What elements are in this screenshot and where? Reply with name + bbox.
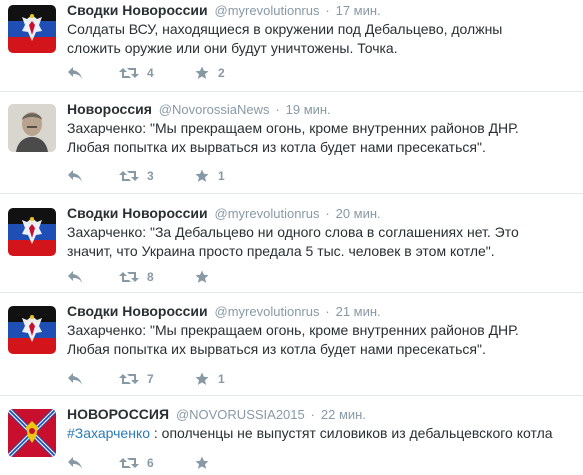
tweet-text: Захарченко: "Мы прекращаем огонь, кроме … [67,120,519,155]
tweet-actions: 7 1 [67,369,255,389]
tweet-timestamp[interactable]: 21 мин. [336,304,381,319]
tweet-text: #Захарченко : ополченцы не выпустят сило… [67,424,575,443]
star-icon [195,372,209,385]
favorite-button[interactable]: 1 [195,372,255,386]
separator-dot: · [325,3,330,18]
reply-button[interactable] [67,456,119,470]
retweet-icon [119,171,139,181]
tweet-item[interactable]: НОВОРОССИЯ @NOVORUSSIA2015 · 22 мин. #За… [0,404,583,475]
retweet-button[interactable]: 3 [119,169,195,183]
author-fullname[interactable]: Сводки Новороссии [67,205,208,221]
reply-arrow-icon [68,373,82,385]
favorite-count: 1 [218,169,225,183]
tweet-item[interactable]: Новороссия @NovorossiaNews · 19 мин. Зах… [0,99,583,194]
reply-button[interactable] [67,372,119,386]
retweet-icon [119,458,139,468]
favorite-button[interactable] [195,270,255,284]
favorite-count: 2 [218,66,225,80]
man-portrait-avatar-icon [8,104,56,152]
tweet-content: Новороссия @NovorossiaNews · 19 мин. Зах… [67,99,575,157]
reply-arrow-icon [68,170,82,182]
tweet-timestamp[interactable]: 20 мин. [336,206,381,221]
retweet-count: 7 [147,372,154,386]
reply-button[interactable] [67,66,119,80]
avatar[interactable] [8,5,56,53]
avatar[interactable] [8,409,56,457]
tweet-actions: 8 [67,267,255,287]
separator-dot: · [310,407,315,422]
author-username[interactable]: @myrevolutionrus [215,206,320,221]
author-fullname[interactable]: НОВОРОССИЯ [67,406,169,422]
author-username[interactable]: @NovorossiaNews [159,102,270,117]
reply-button[interactable] [67,169,119,183]
retweet-count: 6 [147,456,154,470]
tweet-text: Захарченко: "За Дебальцево ни одного сло… [67,224,519,259]
tweet-timestamp[interactable]: 17 мин. [336,3,381,18]
tweet-actions: 3 1 [67,166,255,186]
tweet-actions: 6 [67,453,255,473]
tweet-item[interactable]: Сводки Новороссии @myrevolutionrus · 21 … [0,301,583,396]
tweet-header: Новороссия @NovorossiaNews · 19 мин. [67,99,575,119]
favorite-button[interactable]: 1 [195,169,255,183]
author-username[interactable]: @myrevolutionrus [215,3,320,18]
tweet-timestamp[interactable]: 22 мин. [321,407,366,422]
tweet-header: НОВОРОССИЯ @NOVORUSSIA2015 · 22 мин. [67,404,575,424]
novorossia-flag-avatar-icon [8,409,56,457]
tweet-header: Сводки Новороссии @myrevolutionrus · 17 … [67,0,575,20]
author-username[interactable]: @myrevolutionrus [215,304,320,319]
reply-arrow-icon [68,457,82,469]
author-username[interactable]: @NOVORUSSIA2015 [176,407,305,422]
retweet-button[interactable]: 4 [119,66,195,80]
reply-button[interactable] [67,270,119,284]
avatar[interactable] [8,306,56,354]
tweet-item[interactable]: Сводки Новороссии @myrevolutionrus · 17 … [0,0,583,92]
favorite-button[interactable] [195,456,255,470]
dpr-flag-avatar-icon [8,208,56,256]
reply-arrow-icon [68,67,82,79]
tweet-content: НОВОРОССИЯ @NOVORUSSIA2015 · 22 мин. #За… [67,404,575,443]
dpr-flag-avatar-icon [8,5,56,53]
dpr-flag-avatar-icon [8,306,56,354]
separator-dot: · [275,102,280,117]
star-icon [195,456,209,469]
tweet-actions: 4 2 [67,63,255,83]
tweet-timestamp[interactable]: 19 мин. [286,102,331,117]
separator-dot: · [325,304,330,319]
tweet-header: Сводки Новороссии @myrevolutionrus · 20 … [67,203,575,223]
reply-arrow-icon [68,271,82,283]
retweet-count: 3 [147,169,154,183]
tweet-content: Сводки Новороссии @myrevolutionrus · 17 … [67,0,575,58]
retweet-button[interactable]: 7 [119,372,195,386]
tweet-header: Сводки Новороссии @myrevolutionrus · 21 … [67,301,575,321]
tweet-content: Сводки Новороссии @myrevolutionrus · 20 … [67,203,575,261]
retweet-button[interactable]: 8 [119,270,195,284]
star-icon [195,169,209,182]
retweet-icon [119,272,139,282]
favorite-button[interactable]: 2 [195,66,255,80]
author-fullname[interactable]: Сводки Новороссии [67,303,208,319]
tweet-text: Захарченко: "Мы прекращаем огонь, кроме … [67,322,519,357]
retweet-count: 4 [147,66,154,80]
avatar[interactable] [8,104,56,152]
hashtag-link[interactable]: #Захарченко [67,425,150,441]
tweet-content: Сводки Новороссии @myrevolutionrus · 21 … [67,301,575,359]
star-icon [195,270,209,283]
tweet-text: Солдаты ВСУ, находящиеся в окружении под… [67,21,503,56]
retweet-icon [119,68,139,78]
separator-dot: · [325,206,330,221]
retweet-button[interactable]: 6 [119,456,195,470]
retweet-count: 8 [147,270,154,284]
author-fullname[interactable]: Новороссия [67,101,152,117]
tweet-item[interactable]: Сводки Новороссии @myrevolutionrus · 20 … [0,203,583,293]
avatar[interactable] [8,208,56,256]
star-icon [195,66,209,79]
tweet-text-body: : ополченцы не выпустят силовиков из деб… [150,425,553,441]
author-fullname[interactable]: Сводки Новороссии [67,2,208,18]
favorite-count: 1 [218,372,225,386]
tweet-timeline: Сводки Новороссии @myrevolutionrus · 17 … [0,0,583,475]
retweet-icon [119,374,139,384]
